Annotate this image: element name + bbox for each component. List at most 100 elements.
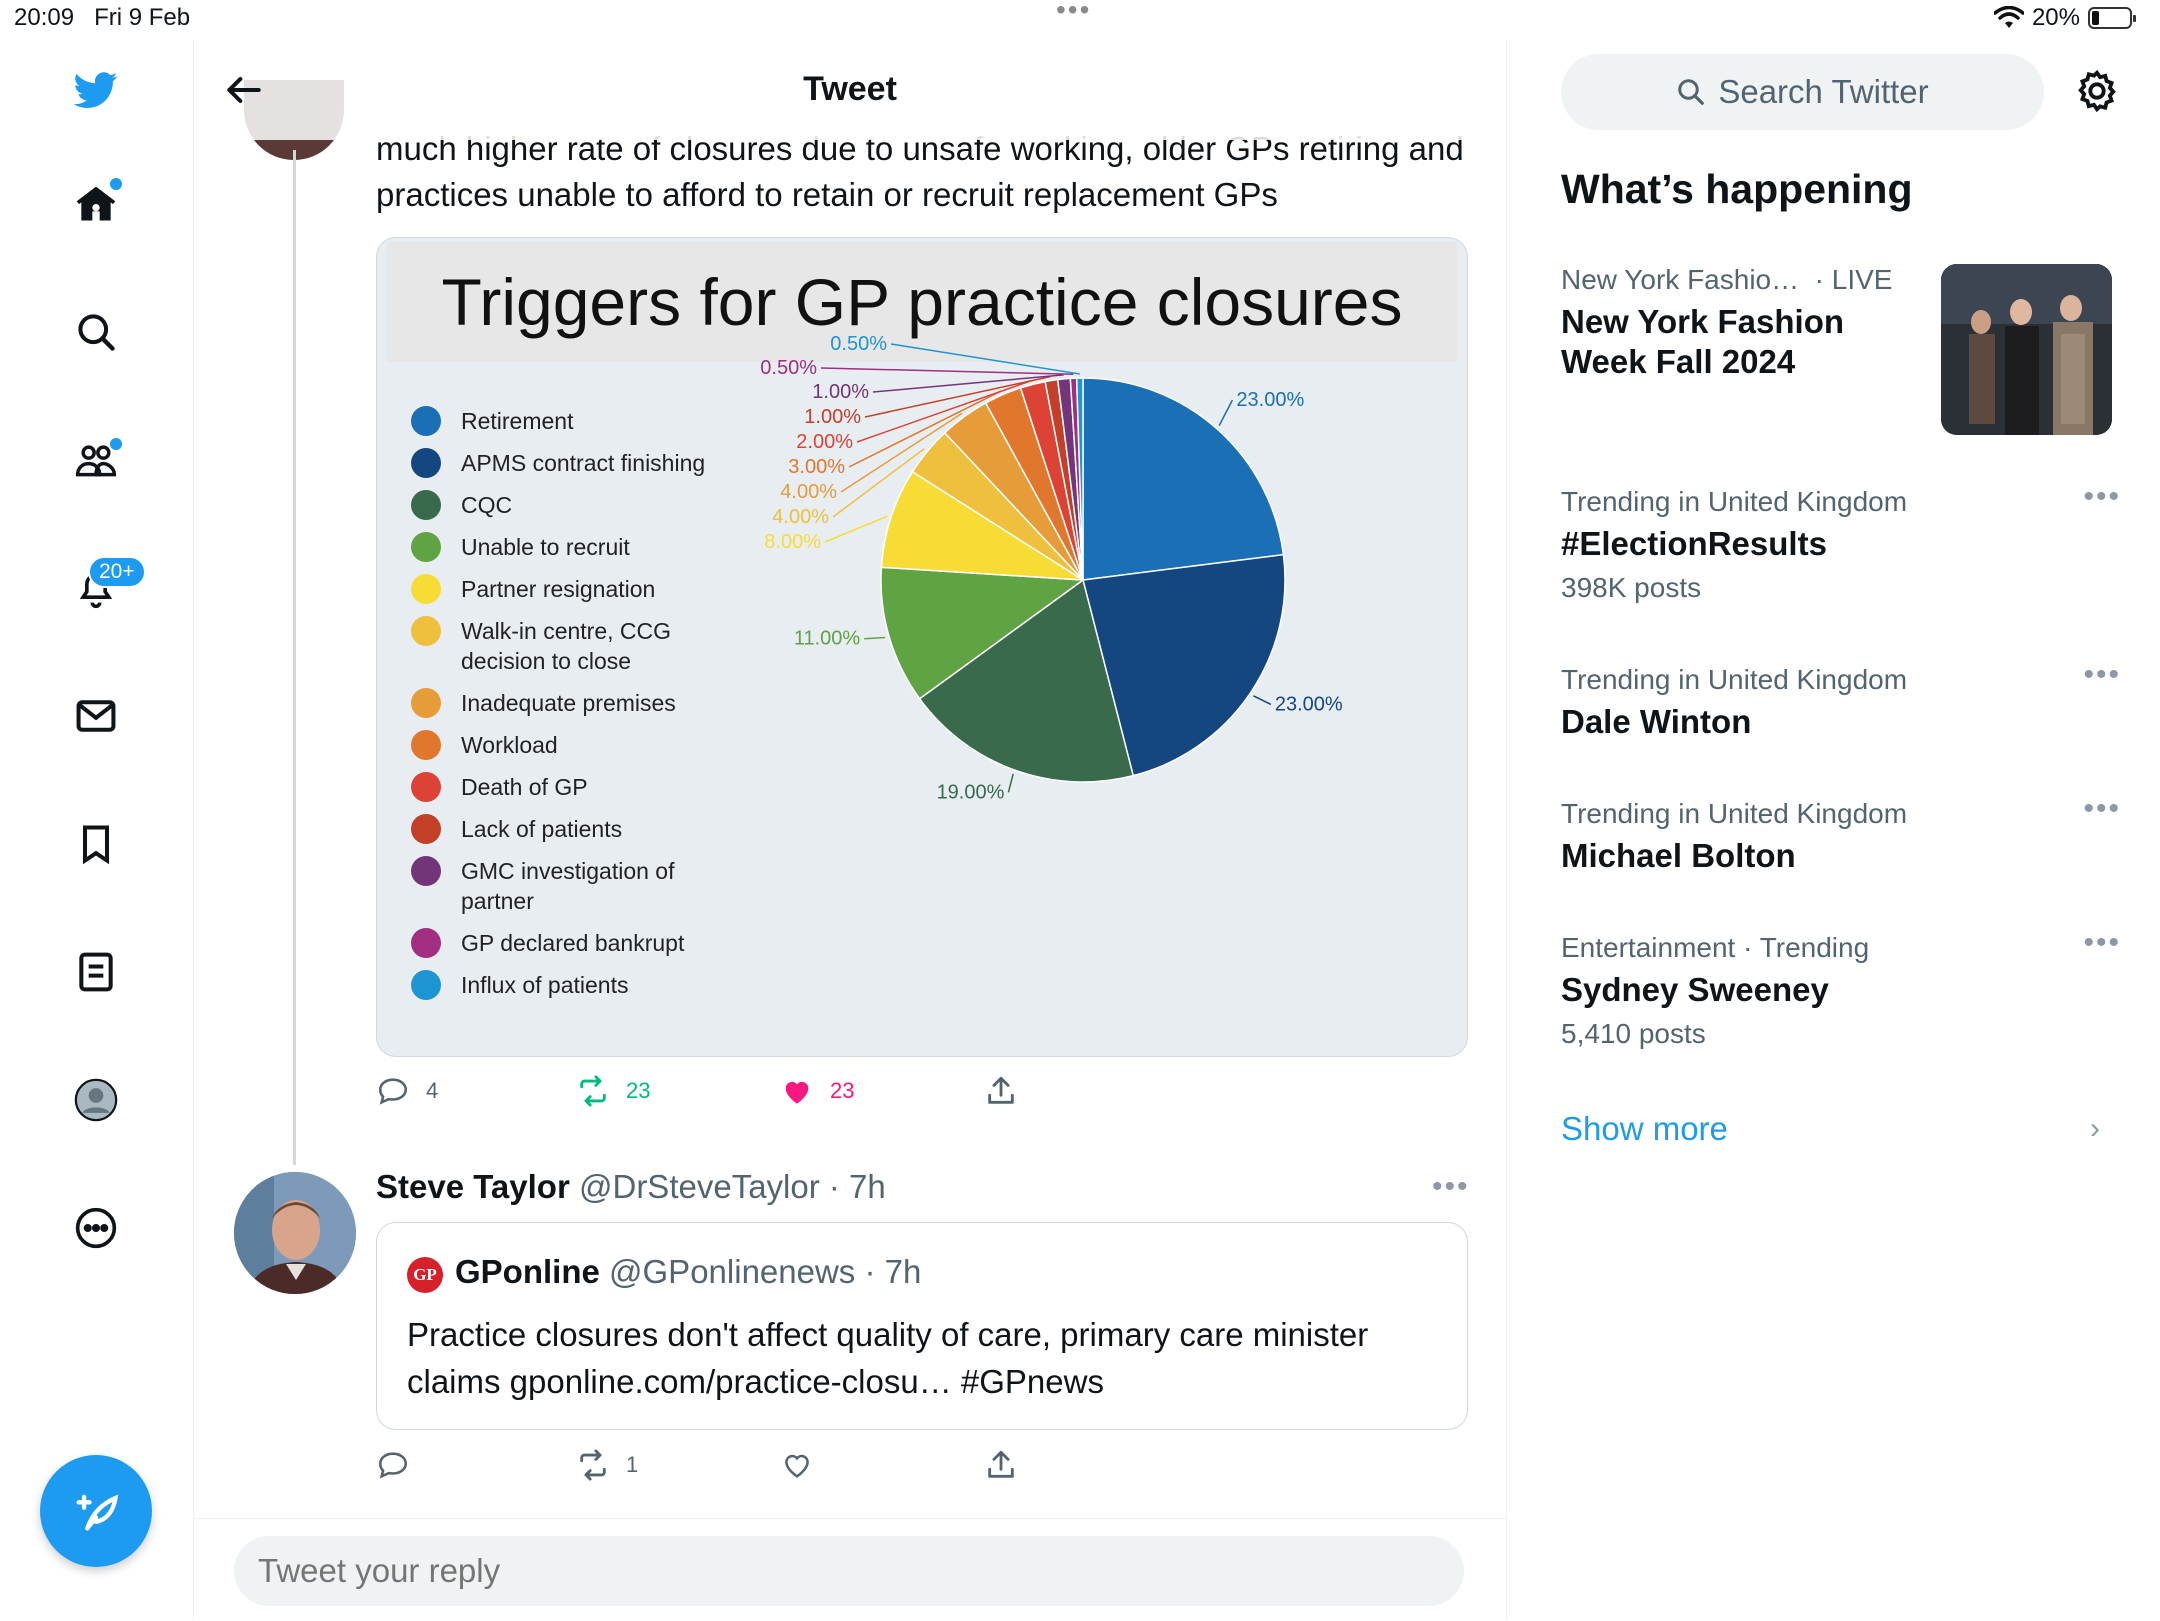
- reply2-retweet-count: 1: [626, 1452, 639, 1477]
- trend-context: Trending in United Kingdom: [1561, 664, 1908, 695]
- quote-text: Practice closures don't affect quality o…: [407, 1316, 1369, 1400]
- heart-filled-icon: [785, 1081, 809, 1104]
- share-action[interactable]: [984, 1074, 1018, 1108]
- leader-line: [1218, 399, 1234, 426]
- twitter-logo-icon[interactable]: [72, 66, 120, 114]
- trend-more-icon[interactable]: •••: [2083, 658, 2121, 692]
- leader-line: [864, 636, 886, 640]
- quote-header: GPonline @GPonlinenews · 7h: [455, 1253, 921, 1291]
- trend-name: Dale Winton: [1561, 703, 1752, 740]
- trend-item-sydney-sweeney[interactable]: Entertainment · Trending Sydney Sweeney …: [1561, 926, 2121, 1050]
- leader-line: [824, 515, 888, 543]
- trend-more-icon[interactable]: •••: [2083, 792, 2121, 826]
- reply2-retweet-action[interactable]: 1: [576, 1448, 638, 1482]
- trend-posts: 398K posts: [1561, 572, 1702, 603]
- communities-badge: [108, 436, 124, 452]
- quote-author-name: GPonline: [455, 1253, 600, 1290]
- trend-name: Sydney Sweeney: [1561, 971, 1829, 1008]
- slice-value-label: 0.50%: [760, 357, 817, 379]
- trend-item-dale-winton[interactable]: Trending in United Kingdom Dale Winton •…: [1561, 658, 2121, 742]
- share-icon: [988, 1450, 1014, 1478]
- pie-chart: 23.00% 23.00% 19.00% 11.00% 8.00% 4.00% 4.00% 3…: [760, 333, 1343, 803]
- quoted-tweet-card[interactable]: GP GPonline @GPonlinenews · 7h Practice …: [376, 1222, 1468, 1430]
- communities-icon[interactable]: [72, 436, 124, 484]
- search-icon[interactable]: [72, 308, 120, 356]
- trend-item-electionresults[interactable]: Trending in United Kingdom #ElectionResu…: [1561, 480, 2121, 604]
- page-title: Tweet: [803, 70, 897, 108]
- slice-value-label: 11.00%: [794, 628, 861, 650]
- trend-posts: 5,410 posts: [1561, 1018, 1706, 1049]
- leader-line: [890, 343, 1080, 375]
- compose-tweet-button[interactable]: [40, 1455, 152, 1567]
- reply-author-name[interactable]: Steve Taylor: [376, 1168, 570, 1205]
- notifications-count-badge: 20+: [88, 556, 146, 588]
- leader-line: [1253, 695, 1272, 706]
- slice-value-label: 1.00%: [804, 406, 861, 428]
- slice-value-label: 0.50%: [830, 333, 887, 355]
- reply2-share-action[interactable]: [984, 1448, 1018, 1482]
- bookmarks-icon[interactable]: [72, 820, 120, 868]
- battery-percent: 20%: [2031, 4, 2080, 31]
- reply2-like-action[interactable]: [780, 1448, 814, 1482]
- status-right: 20%: [1993, 4, 2136, 32]
- messages-envelope-icon[interactable]: [72, 692, 120, 740]
- whats-happening-title: What’s happening: [1561, 166, 1913, 212]
- search-icon: [1678, 79, 1705, 105]
- thread-line: [293, 150, 296, 1165]
- home-badge: [108, 176, 124, 192]
- steve-taylor-avatar[interactable]: [234, 1172, 356, 1294]
- slice-value-label: 4.00%: [780, 481, 837, 503]
- trend-name: New York Fashion Week Fall 2024: [1561, 303, 1845, 380]
- retweet-icon: [580, 1075, 606, 1107]
- chevron-right-icon[interactable]: ›: [2090, 1112, 2100, 1146]
- reply-more-icon[interactable]: •••: [1432, 1170, 1470, 1204]
- reply-bubble-icon: [378, 1078, 408, 1105]
- slice-value-label: 19.00%: [937, 781, 1005, 803]
- home-icon[interactable]: [72, 176, 124, 228]
- leader-line: [1007, 773, 1014, 793]
- settings-gear-icon[interactable]: [2074, 68, 2120, 114]
- retweet-count: 23: [626, 1078, 651, 1103]
- lists-icon[interactable]: [72, 948, 120, 996]
- slice-value-label: 23.00%: [1275, 693, 1343, 715]
- trend-context: New York Fashio…: [1561, 264, 1800, 295]
- battery-icon: [2088, 7, 2136, 29]
- show-more-link[interactable]: Show more: [1561, 1110, 1728, 1148]
- multitask-dots[interactable]: •••: [1056, 0, 1091, 26]
- slice-value-label: 1.00%: [812, 381, 869, 403]
- gponline-logo: GP: [407, 1257, 443, 1293]
- reply-author-line: Steve Taylor @DrSteveTaylor · 7h: [376, 1168, 886, 1206]
- status-bar: 20:09 Fri 9 Feb ••• 20%: [0, 0, 2160, 40]
- quote-author-meta: @GPonlinenews · 7h: [609, 1253, 922, 1290]
- reply-author-meta: @DrSteveTaylor · 7h: [578, 1168, 886, 1205]
- reply-count: 4: [426, 1078, 439, 1103]
- tweet-image-chart[interactable]: Triggers for GP practice closures Retire…: [376, 237, 1468, 1057]
- trend-item-nyfw[interactable]: New York Fashio… · LIVE New York Fashion…: [1561, 264, 1931, 382]
- trend-name: Michael Bolton: [1561, 837, 1796, 874]
- leader-line: [820, 367, 1074, 375]
- compose-feather-icon: [76, 1494, 119, 1531]
- like-count: 23: [830, 1078, 855, 1103]
- profile-avatar-icon[interactable]: [72, 1076, 120, 1124]
- trend-name: #ElectionResults: [1561, 525, 1827, 562]
- reply-input[interactable]: [234, 1536, 1464, 1606]
- retweet-action[interactable]: 23: [576, 1074, 650, 1108]
- trend-context: Trending in United Kingdom: [1561, 486, 1908, 517]
- search-twitter-input[interactable]: Search Twitter: [1561, 54, 2044, 130]
- trend-context: Entertainment · Trending: [1561, 932, 1870, 963]
- retweet-icon: [580, 1449, 606, 1481]
- heart-outline-icon: [785, 1454, 809, 1478]
- reply-action[interactable]: 4: [376, 1074, 438, 1108]
- trend-context: Trending in United Kingdom: [1561, 798, 1908, 829]
- trend-more-icon[interactable]: •••: [2083, 480, 2121, 514]
- slice-value-label: 2.00%: [796, 431, 853, 453]
- slice-value-label: 3.00%: [788, 456, 845, 478]
- slice-value-label: 4.00%: [772, 506, 829, 528]
- like-action[interactable]: 23: [780, 1074, 854, 1108]
- more-options-icon[interactable]: [72, 1204, 120, 1252]
- trend-more-icon[interactable]: •••: [2083, 926, 2121, 960]
- fashion-week-thumbnail[interactable]: [1941, 264, 2112, 435]
- reply-bubble-icon: [378, 1452, 408, 1479]
- trend-item-michael-bolton[interactable]: Trending in United Kingdom Michael Bolto…: [1561, 792, 2121, 876]
- reply2-reply-action[interactable]: [376, 1448, 410, 1482]
